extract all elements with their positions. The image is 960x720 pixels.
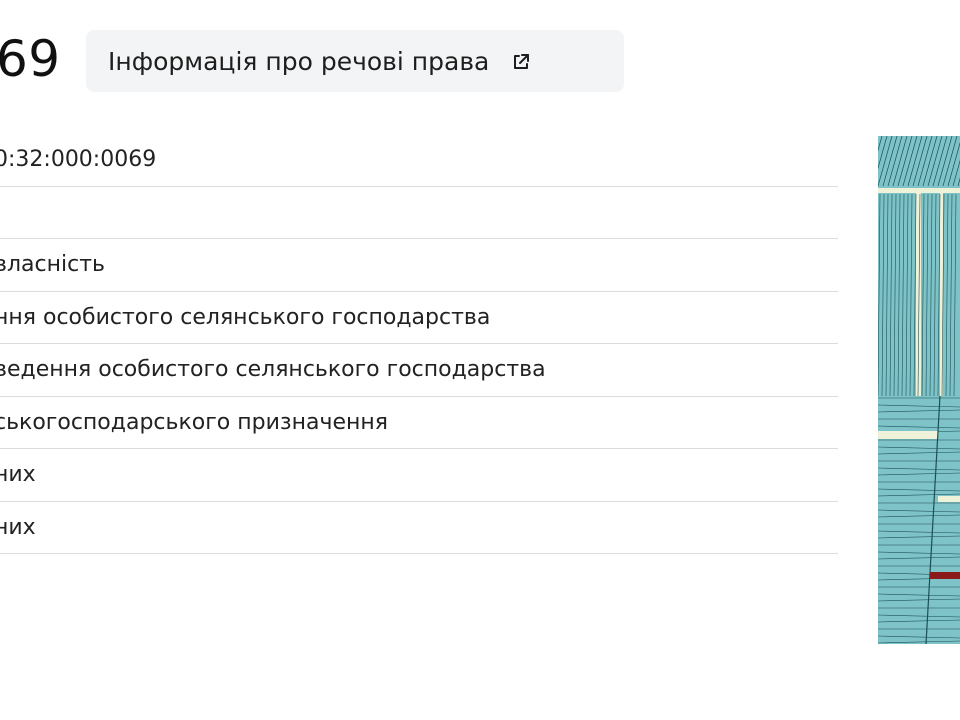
rights-info-button[interactable]: Інформація про речові права — [86, 30, 624, 92]
external-link-icon — [511, 49, 531, 69]
detail-value: ння особистого селянського господарства — [0, 304, 491, 330]
cadastral-map[interactable] — [878, 136, 960, 644]
detail-value: 0:32:000:0069 — [0, 147, 157, 173]
detail-row-cadastral-number: 0:32:000:0069 — [0, 134, 838, 187]
detail-row: них — [0, 502, 838, 554]
detail-value: ведення особистого селянського господарс… — [0, 357, 546, 383]
detail-row-usage: ведення особистого селянського господарс… — [0, 344, 838, 397]
detail-row-ownership: власність — [0, 239, 838, 292]
detail-row — [0, 187, 838, 239]
selected-parcel[interactable] — [930, 572, 960, 579]
detail-row: них — [0, 449, 838, 502]
parcel-details-list: 0:32:000:0069 власність ння особистого с… — [0, 134, 838, 554]
detail-row-category: ськогосподарського призначення — [0, 397, 838, 449]
map-road — [938, 496, 960, 502]
detail-value: власність — [0, 252, 105, 278]
detail-row-purpose: ння особистого селянського господарства — [0, 292, 838, 344]
page-title: 69 — [0, 30, 61, 88]
map-road — [878, 431, 938, 439]
detail-value: них — [0, 462, 36, 488]
detail-value: ськогосподарського призначення — [0, 409, 388, 435]
detail-value: них — [0, 514, 36, 540]
rights-info-button-label: Інформація про речові права — [108, 46, 490, 76]
cadastral-map-canvas[interactable] — [878, 136, 960, 644]
